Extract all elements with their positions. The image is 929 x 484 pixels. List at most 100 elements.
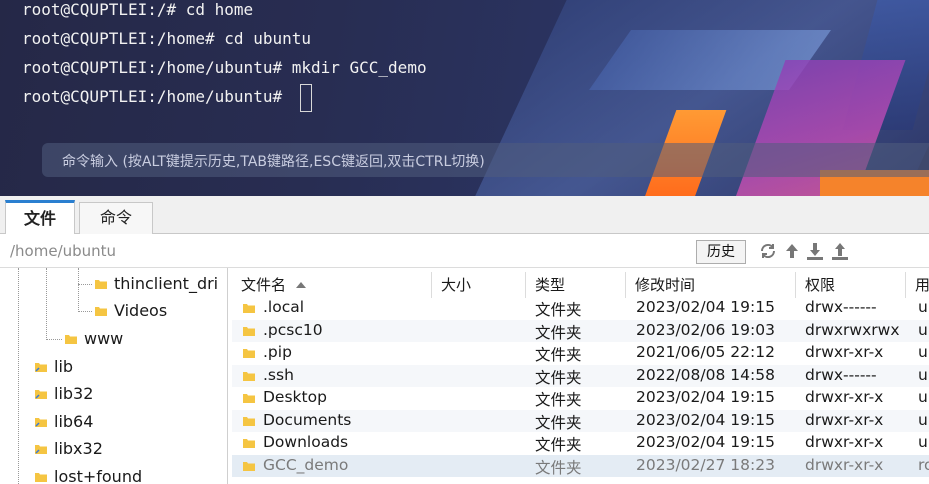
terminal-panel[interactable]: root@CQUPTLEI:/# cd home root@CQUPTLEI:/… xyxy=(0,0,929,196)
file-name: .local xyxy=(263,298,305,316)
folder-link-icon xyxy=(35,445,47,454)
tree-item-label: lib xyxy=(54,357,74,376)
file-owner: u xyxy=(918,365,928,384)
folder-link-icon xyxy=(35,390,47,399)
file-type: 文件夹 xyxy=(535,368,582,387)
folder-icon xyxy=(243,439,255,448)
file-type: 文件夹 xyxy=(535,436,582,454)
folder-icon xyxy=(95,280,107,289)
upload-icon[interactable] xyxy=(830,241,850,261)
file-type: 文件夹 xyxy=(535,301,582,319)
tree-item-label: lib32 xyxy=(54,384,94,403)
folder-link-icon xyxy=(35,418,47,427)
refresh-icon[interactable] xyxy=(758,241,778,261)
file-row[interactable]: Documents 文件夹 2023/02/04 19:15 drwxr-xr-x u xyxy=(232,409,929,432)
file-row[interactable]: GCC_demo 文件夹 2023/02/27 18:23 drwxr-xr-x ro xyxy=(232,454,929,477)
file-permissions: drwxrwxrwx xyxy=(805,320,900,339)
file-name: .pip xyxy=(263,343,292,361)
file-name: Desktop xyxy=(263,388,327,406)
file-owner: u xyxy=(918,388,928,406)
column-header-size[interactable]: 大小 xyxy=(432,272,526,298)
download-icon[interactable] xyxy=(805,241,825,261)
file-type: 文件夹 xyxy=(535,391,582,409)
file-owner: u xyxy=(918,433,928,451)
file-row[interactable]: .ssh 文件夹 2022/08/08 14:58 drwx------ u xyxy=(232,364,929,387)
file-permissions: drwxr-xr-x xyxy=(805,455,884,474)
folder-icon xyxy=(243,349,255,358)
file-mtime: 2023/02/04 19:15 xyxy=(636,298,775,316)
tree-guide xyxy=(46,268,47,340)
terminal-line: root@CQUPTLEI:/# cd home xyxy=(22,0,254,19)
file-owner: u xyxy=(918,298,928,316)
file-name: Downloads xyxy=(263,433,349,451)
tree-item-label: Videos xyxy=(114,301,168,320)
tab-bar: 文件 命令 xyxy=(0,196,929,234)
directory-tree[interactable]: thinclient_dri Videos www lib lib32 lib6… xyxy=(0,268,228,484)
file-list-header: 文件名 大小 类型 修改时间 权限 用 xyxy=(232,272,929,298)
tree-item-label: lib64 xyxy=(54,412,94,431)
column-header-name[interactable]: 文件名 xyxy=(232,272,432,298)
folder-icon xyxy=(65,335,77,344)
file-row[interactable]: .pip 文件夹 2021/06/05 22:12 drwxr-xr-x u xyxy=(232,342,929,365)
folder-icon xyxy=(243,461,255,471)
file-owner: ro xyxy=(918,455,929,474)
folder-icon xyxy=(243,394,255,403)
folder-icon xyxy=(243,371,255,381)
folder-icon xyxy=(243,304,255,313)
column-header-mtime[interactable]: 修改时间 xyxy=(626,272,796,298)
file-row[interactable]: .local 文件夹 2023/02/04 19:15 drwx------ u xyxy=(232,297,929,320)
up-arrow-icon[interactable] xyxy=(782,241,802,261)
file-list[interactable]: 文件名 大小 类型 修改时间 权限 用 .local 文件夹 2023/02/04 … xyxy=(232,268,929,484)
terminal-line: root@CQUPTLEI:/home/ubuntu# mkdir GCC_de… xyxy=(22,58,427,77)
command-input-placeholder: 命令输入 (按ALT键提示历史,TAB键路径,ESC键返回,双击CTRL切换) xyxy=(62,154,485,170)
folder-link-icon xyxy=(35,363,47,372)
folder-icon xyxy=(35,473,47,482)
tree-guide xyxy=(78,268,79,312)
file-permissions: drwxr-xr-x xyxy=(805,343,884,361)
file-row[interactable]: .pcsc10 文件夹 2023/02/06 19:03 drwxrwxrwx u xyxy=(232,319,929,342)
command-input[interactable]: 命令输入 (按ALT键提示历史,TAB键路径,ESC键返回,双击CTRL切换) xyxy=(42,143,929,177)
terminal-cursor xyxy=(300,84,312,112)
file-name: .pcsc10 xyxy=(263,320,323,339)
tree-guide xyxy=(78,284,92,285)
file-name: Documents xyxy=(263,410,352,429)
file-name: GCC_demo xyxy=(263,455,349,474)
file-type: 文件夹 xyxy=(535,458,582,477)
file-mtime: 2023/02/06 19:03 xyxy=(636,320,775,339)
path-bar: /home/ubuntu 历史 xyxy=(0,235,929,268)
sort-ascending-icon xyxy=(296,282,307,288)
file-permissions: drwxr-xr-x xyxy=(805,433,884,451)
tree-guide xyxy=(46,339,62,340)
file-name: .ssh xyxy=(263,365,294,384)
file-owner: u xyxy=(918,343,928,361)
file-permissions: drwxr-xr-x xyxy=(805,388,884,406)
terminal-prompt: root@CQUPTLEI:/home/ubuntu# xyxy=(22,87,292,106)
file-permissions: drwxr-xr-x xyxy=(805,410,884,429)
column-header-permissions[interactable]: 权限 xyxy=(796,272,906,298)
tree-item-label: www xyxy=(84,329,124,348)
file-type: 文件夹 xyxy=(535,413,582,432)
history-button[interactable]: 历史 xyxy=(696,240,746,264)
tab-commands[interactable]: 命令 xyxy=(79,202,153,234)
file-owner: u xyxy=(918,320,928,339)
file-owner: u xyxy=(918,410,928,429)
column-header-type[interactable]: 类型 xyxy=(526,272,626,298)
terminal-line: root@CQUPTLEI:/home# cd ubuntu xyxy=(22,29,311,48)
tree-guide xyxy=(18,268,19,484)
tab-files[interactable]: 文件 xyxy=(5,200,75,234)
file-mtime: 2023/02/04 19:15 xyxy=(636,410,775,429)
tree-item-label: libx32 xyxy=(54,439,103,458)
folder-icon xyxy=(243,326,255,336)
tree-item-label: thinclient_dri xyxy=(114,274,219,293)
file-row[interactable]: Desktop 文件夹 2023/02/04 19:15 drwxr-xr-x u xyxy=(232,387,929,410)
tree-guide xyxy=(78,311,92,312)
folder-icon xyxy=(95,307,107,316)
file-type: 文件夹 xyxy=(535,346,582,364)
file-row[interactable]: Downloads 文件夹 2023/02/04 19:15 drwxr-xr-x u xyxy=(232,432,929,455)
column-header-owner[interactable]: 用 xyxy=(906,272,929,298)
path-input[interactable]: /home/ubuntu xyxy=(10,242,116,260)
column-header-label: 文件名 xyxy=(241,276,287,294)
folder-icon xyxy=(243,416,255,426)
file-permissions: drwx------ xyxy=(805,365,877,384)
tree-item-label: lost+found xyxy=(54,467,143,484)
